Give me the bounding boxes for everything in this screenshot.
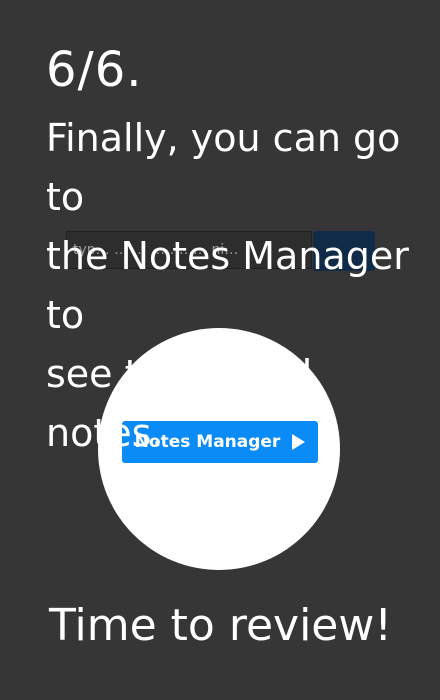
tutorial-description: Finally, you can go to the Notes Manager… xyxy=(46,116,409,455)
closing-text: Time to review! xyxy=(49,600,392,651)
step-counter: 6/6. xyxy=(46,42,143,98)
